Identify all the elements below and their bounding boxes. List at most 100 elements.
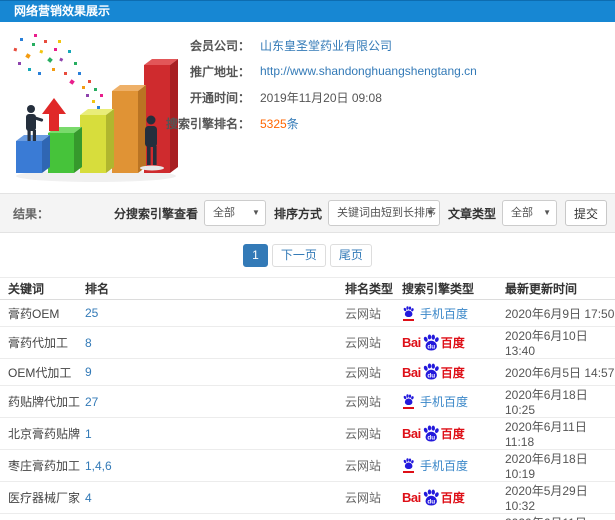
article-type-label: 文章类型 <box>447 206 496 221</box>
rank-type-cell: 云网站 <box>345 481 402 514</box>
promo-url-link[interactable]: http://www.shandonghuangshengtang.cn <box>260 64 477 78</box>
updated-cell: 2020年6月5日 14:57 <box>505 358 615 386</box>
updated-cell: 2020年6月10日 13:40 <box>505 326 615 359</box>
baidu-logo: Bai du 百度 <box>402 488 465 505</box>
engine-label: 手机百度 <box>420 306 469 321</box>
title-bar: 网络营销效果展示 <box>0 0 615 22</box>
member-info: 会员公司： 山东皇圣堂药业有限公司 推广地址： http://www.shand… <box>150 32 477 136</box>
rank-link[interactable]: 9 <box>85 365 92 379</box>
rank-type-cell: 云网站 <box>345 326 402 359</box>
col-rank: 排名 <box>85 277 345 300</box>
submit-button[interactable]: 提交 <box>564 200 607 226</box>
rank-link[interactable]: 1,4,6 <box>85 459 112 473</box>
rank-link[interactable]: 8 <box>85 336 92 350</box>
baidu-paw-icon <box>403 394 414 405</box>
company-link[interactable]: 山东皇圣堂药业有限公司 <box>260 37 392 54</box>
keyword-cell: 医疗器械厂家 <box>0 481 85 514</box>
table-row: 膏药代加工 8 云网站 Bai du 百度 2020年6月10日 13:40 <box>0 326 615 359</box>
keyword-rank-table: 关键词 排名 排名类型 搜索引擎类型 最新更新时间 膏药OEM 25 云网站 手机百度… <box>0 277 615 520</box>
result-label: 结果： <box>13 206 50 221</box>
bar-yellow <box>80 109 114 173</box>
col-updated: 最新更新时间 <box>505 277 615 300</box>
open-time-row: 开通时间： 2019年11月20日 09:08 <box>150 84 477 110</box>
rank-type-cell: 云网站 <box>345 513 402 520</box>
table-header-row: 关键词 排名 排名类型 搜索引擎类型 最新更新时间 <box>0 277 615 300</box>
last-page-button[interactable]: 尾页 <box>329 243 372 267</box>
rank-cell: 8 <box>85 326 345 359</box>
keyword-cell: 膏药代加工 <box>0 326 85 359</box>
updated-cell: 2020年6月9日 17:50 <box>505 299 615 327</box>
svg-text:du: du <box>427 434 435 441</box>
baidu-paw-icon <box>403 458 414 469</box>
rank-type-cell: 云网站 <box>345 449 402 482</box>
mobile-baidu-icon <box>402 305 415 321</box>
engine-filter-select[interactable]: 全部 ▼ <box>203 200 266 226</box>
rank-unit: 条 <box>286 116 299 131</box>
engine-rank-value: 5325条 <box>260 115 299 132</box>
svg-text:du: du <box>427 343 435 350</box>
next-page-button[interactable]: 下一页 <box>271 243 326 267</box>
mobile-baidu-logo: 手机百度 <box>402 457 468 474</box>
company-row: 会员公司： 山东皇圣堂药业有限公司 <box>150 32 477 58</box>
confetti-dots <box>13 34 103 109</box>
rank-link[interactable]: 4 <box>85 491 92 505</box>
rank-type-cell: 云网站 <box>345 358 402 386</box>
updated-cell: 2020年6月18日 10:25 <box>505 385 615 418</box>
engine-rank-row: 搜索引擎排名： 5325条 <box>150 110 477 136</box>
keyword-cell: 药贴牌代加工 <box>0 385 85 418</box>
rank-type-cell: 云网站 <box>345 299 402 327</box>
svg-text:du: du <box>427 498 435 505</box>
updated-cell: 2020年6月11日 11:18 <box>505 417 615 450</box>
company-label: 会员公司： <box>189 38 250 53</box>
engine-filter-label: 分搜索引擎查看 <box>113 206 198 221</box>
rank-cell: 25 <box>85 299 345 327</box>
col-rank-type: 排名类型 <box>345 277 402 300</box>
chevron-down-icon: ▼ <box>543 208 551 217</box>
rank-link[interactable]: 27 <box>85 395 98 409</box>
mobile-baidu-icon <box>402 394 415 409</box>
chevron-down-icon: ▼ <box>252 208 260 217</box>
rank-type-cell: 云网站 <box>345 417 402 450</box>
promo-url-row: 推广地址： http://www.shandonghuangshengtang.… <box>150 58 477 84</box>
open-time-value: 2019年11月20日 09:08 <box>260 90 382 105</box>
table-row: 北京膏药贴牌 1 云网站 Bai du 百度 2020年6月11日 11:18 <box>0 417 615 450</box>
table-row: 膏药OEM 25 云网站 手机百度 2020年6月9日 17:50 <box>0 299 615 327</box>
page-1-button[interactable]: 1 <box>243 243 268 267</box>
baidu-paw-icon <box>403 305 414 317</box>
engine-type-cell: 手机百度 <box>402 449 505 482</box>
mobile-baidu-logo: 手机百度 <box>402 305 468 322</box>
baidu-paw-icon: du <box>423 333 439 350</box>
engine-type-cell: Bai du 百度 <box>402 417 505 450</box>
rank-cell: 17 <box>85 513 345 520</box>
open-time-label: 开通时间： <box>189 90 250 105</box>
engine-rank-label: 搜索引擎排名： <box>165 116 250 131</box>
sort-filter-select[interactable]: 关键词由短到长排序 ▼ <box>327 200 440 226</box>
col-engine-type: 搜索引擎类型 <box>402 277 505 300</box>
rank-link[interactable]: 1 <box>85 427 92 441</box>
rank-cell: 1,4,6 <box>85 449 345 482</box>
engine-type-cell: 手机百度 <box>402 513 505 520</box>
promo-url-label: 推广地址： <box>189 64 250 79</box>
engine-label: 手机百度 <box>420 395 469 409</box>
rank-count: 5325 <box>260 116 287 131</box>
table-row: OEM代加工 9 云网站 Bai du 百度 2020年6月5日 14:57 <box>0 358 615 386</box>
keyword-cell: OEM代加工 <box>0 358 85 386</box>
updated-cell: 2020年5月29日 10:32 <box>505 481 615 514</box>
bar-green <box>48 127 82 173</box>
baidu-paw-icon: du <box>423 488 439 505</box>
bar-orange <box>112 85 146 173</box>
rank-link[interactable]: 25 <box>85 306 98 320</box>
chevron-down-icon: ▼ <box>426 208 434 217</box>
mobile-baidu-logo: 手机百度 <box>402 393 468 410</box>
rank-cell: 9 <box>85 358 345 386</box>
keyword-cell: 膏药OEM <box>0 299 85 327</box>
article-type-select[interactable]: 全部 ▼ <box>501 200 557 226</box>
growth-arrow-icon <box>42 98 66 131</box>
updated-cell: 2020年6月18日 10:19 <box>505 449 615 482</box>
rank-cell: 4 <box>85 481 345 514</box>
baidu-logo: Bai du 百度 <box>402 333 465 350</box>
engine-type-cell: Bai du 百度 <box>402 358 505 386</box>
keyword-cell: 菏泽膏药厂家 <box>0 513 85 520</box>
table-row: 枣庄膏药加工 1,4,6 云网站 手机百度 2020年6月18日 10:19 <box>0 449 615 482</box>
info-section: 会员公司： 山东皇圣堂药业有限公司 推广地址： http://www.shand… <box>0 22 615 193</box>
